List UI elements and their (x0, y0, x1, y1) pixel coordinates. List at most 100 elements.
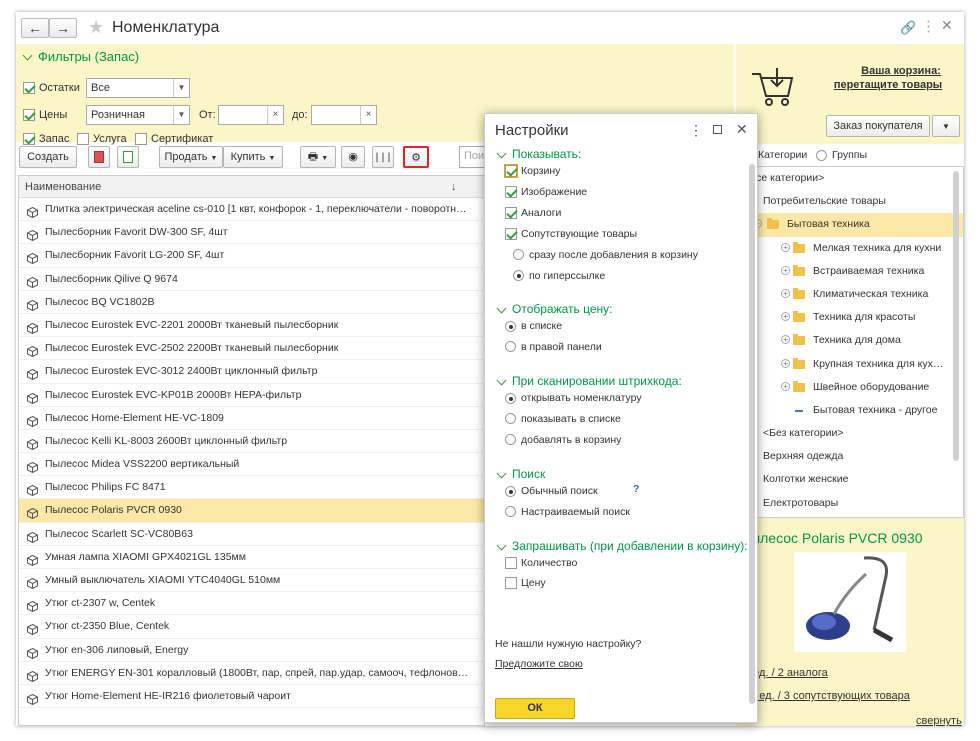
expand-icon[interactable]: + (781, 288, 790, 298)
search-section[interactable]: Поиск (512, 467, 545, 481)
forward-button[interactable]: → (49, 18, 77, 38)
ask-section[interactable]: Запрашивать (при добавлении в корзину): (512, 539, 748, 553)
clear-icon[interactable]: × (360, 106, 376, 124)
ostatki-checkbox[interactable] (23, 82, 35, 94)
simple-search-radio[interactable] (505, 486, 516, 497)
filters-title[interactable]: Фильтры (Запас) (38, 49, 139, 64)
sort-arrow-icon[interactable]: ↓ (451, 176, 457, 198)
order-button[interactable]: Заказ покупателя (826, 115, 930, 137)
clear-icon[interactable]: × (267, 106, 283, 124)
tree-item[interactable]: <Все категории> (737, 167, 963, 190)
chevron-down-icon[interactable] (496, 148, 507, 159)
categories-label[interactable]: Категории (758, 149, 807, 161)
table-row[interactable]: Утюг Home-Element HE-IR216 фиолетовый ча… (19, 685, 484, 709)
table-row[interactable]: Умный выключатель XIAOMI YTC4040GL 510мм (19, 569, 484, 593)
collapse-link[interactable]: свернуть (916, 715, 962, 726)
chevron-down-icon[interactable] (496, 303, 507, 314)
expand-icon[interactable]: + (781, 358, 790, 368)
tree-item[interactable]: Верхняя одежда (737, 445, 963, 468)
dropdown-arrow-icon[interactable]: ▼ (173, 79, 189, 97)
table-row[interactable]: Пылесос Kelli KL-8003 2600Вт циклонный ф… (19, 430, 484, 454)
in-right-panel-radio[interactable] (505, 341, 516, 352)
tree-item[interactable]: Колготки женские (737, 468, 963, 491)
show-section[interactable]: Показывать: (512, 147, 581, 161)
add-to-cart-radio[interactable] (505, 434, 516, 445)
basket-checkbox[interactable] (504, 164, 518, 178)
expand-icon[interactable]: + (781, 335, 790, 345)
table-row[interactable]: Утюг ct-2307 w, Centek (19, 592, 484, 616)
preview-button[interactable]: ◉ (341, 146, 365, 168)
copy-button[interactable] (117, 146, 139, 168)
table-row[interactable]: Пылесос Polaris PVCR 0930 (19, 499, 484, 523)
groups-radio[interactable] (816, 150, 827, 161)
ok-button[interactable]: ОК (495, 698, 575, 719)
cart-title[interactable]: Ваша корзина: (846, 65, 956, 77)
table-row[interactable]: Плитка электрическая aceline cs-010 [1 к… (19, 198, 484, 222)
table-row[interactable]: Утюг ct-2350 Blue, Centek (19, 615, 484, 639)
report-button[interactable] (88, 146, 110, 168)
tree-item[interactable]: Бытовая техника - другое (737, 399, 963, 422)
tree-scrollbar[interactable] (953, 171, 959, 461)
close-icon[interactable]: ✕ (736, 121, 748, 138)
table-row[interactable]: Пылесос BQ VC1802B (19, 291, 484, 314)
order-dropdown-button[interactable]: ▼ (932, 115, 960, 137)
table-row[interactable]: Утюг ENERGY EN-301 коралловый (1800Вт, п… (19, 662, 484, 685)
create-button[interactable]: Создать (19, 146, 77, 168)
tree-item[interactable]: + Техника для красоты (737, 306, 963, 329)
table-row[interactable]: Пылесос Eurostek EVC-2502 2200Вт тканевы… (19, 337, 484, 361)
after-add-radio[interactable] (513, 249, 524, 260)
tree-item[interactable]: + Крупная техника для кух… (737, 353, 963, 376)
chevron-down-icon[interactable] (496, 540, 507, 551)
column-name[interactable]: Наименование (25, 181, 101, 193)
dialog-scrollbar[interactable] (749, 164, 755, 704)
chevron-down-icon[interactable] (496, 375, 507, 386)
more-icon[interactable]: ⋮ (689, 122, 703, 139)
open-item-radio[interactable] (505, 393, 516, 404)
settings-button[interactable]: ⚙ (403, 146, 429, 168)
table-row[interactable]: Пылесборник Favorit LG-200 SF, 4шт (19, 244, 484, 268)
tree-item[interactable]: + Встраиваемая техника (737, 260, 963, 283)
price-to-input[interactable]: × (311, 105, 377, 125)
image-checkbox[interactable] (505, 186, 517, 198)
expand-icon[interactable]: + (781, 312, 790, 322)
table-row[interactable]: Пылесос Midea VSS2200 вертикальный (19, 453, 484, 477)
expand-icon[interactable]: + (781, 381, 790, 391)
tree-item[interactable]: + Техника для дома (737, 329, 963, 352)
custom-search-radio[interactable] (505, 506, 516, 517)
table-row[interactable]: Пылесос Eurostek EVC-3012 2400Вт циклонн… (19, 360, 484, 384)
price-section[interactable]: Отображать цену: (512, 302, 612, 316)
table-row[interactable]: Пылесос Eurostek EVC-KP01B 2000Вт HEPA-ф… (19, 384, 484, 407)
related-checkbox[interactable] (505, 228, 517, 240)
suggest-link[interactable]: Предложите свою (495, 658, 583, 670)
price-checkbox[interactable] (505, 577, 517, 589)
more-icon[interactable]: ⋮ (921, 17, 936, 35)
help-icon[interactable]: ? (633, 483, 639, 495)
table-row[interactable]: Пылесос Home-Element HE-VC-1809 (19, 407, 484, 430)
table-row[interactable]: Пылесос Eurostek EVC-2201 2000Вт тканевы… (19, 314, 484, 338)
table-row[interactable]: Пылесборник Favorit DW-300 SF, 4шт (19, 221, 484, 245)
tree-item[interactable]: + Мелкая техника для кухни (737, 237, 963, 260)
by-link-radio[interactable] (513, 270, 524, 281)
tree-item[interactable]: −Бытовая техника (737, 213, 963, 237)
analogs-checkbox[interactable] (505, 207, 517, 219)
quantity-checkbox[interactable] (505, 557, 517, 569)
favorite-star-icon[interactable]: ★ (88, 17, 104, 38)
tree-item[interactable]: + Климатическая техника (737, 283, 963, 306)
table-row[interactable]: Пылесос Philips FC 8471 (19, 476, 484, 500)
ostatki-select[interactable]: Все ▼ (86, 78, 190, 98)
related-link[interactable]: 35 ед. / 3 сопутствующих товара (744, 690, 910, 702)
back-button[interactable]: ← (21, 18, 49, 38)
tree-item[interactable]: Електротовары (737, 492, 963, 515)
barcode-button[interactable]: ||| (372, 146, 394, 168)
chevron-down-icon[interactable] (22, 50, 33, 61)
expand-icon[interactable]: + (781, 265, 790, 275)
print-button[interactable]: 🖶 ▼ (300, 146, 336, 168)
table-row[interactable]: Пылесос Scarlett SC-VC80B63 (19, 523, 484, 546)
tree-item[interactable]: Потребительские товары (737, 190, 963, 213)
ceny-checkbox[interactable] (23, 109, 35, 121)
close-icon[interactable]: ✕ (941, 17, 953, 34)
table-row[interactable]: Утюг en-306 липовый, Energy (19, 639, 484, 662)
link-icon[interactable]: 🔗 (900, 20, 916, 36)
ceny-select[interactable]: Розничная ▼ (86, 105, 190, 125)
table-row[interactable]: Пылесборник Qilive Q 9674 (19, 268, 484, 291)
